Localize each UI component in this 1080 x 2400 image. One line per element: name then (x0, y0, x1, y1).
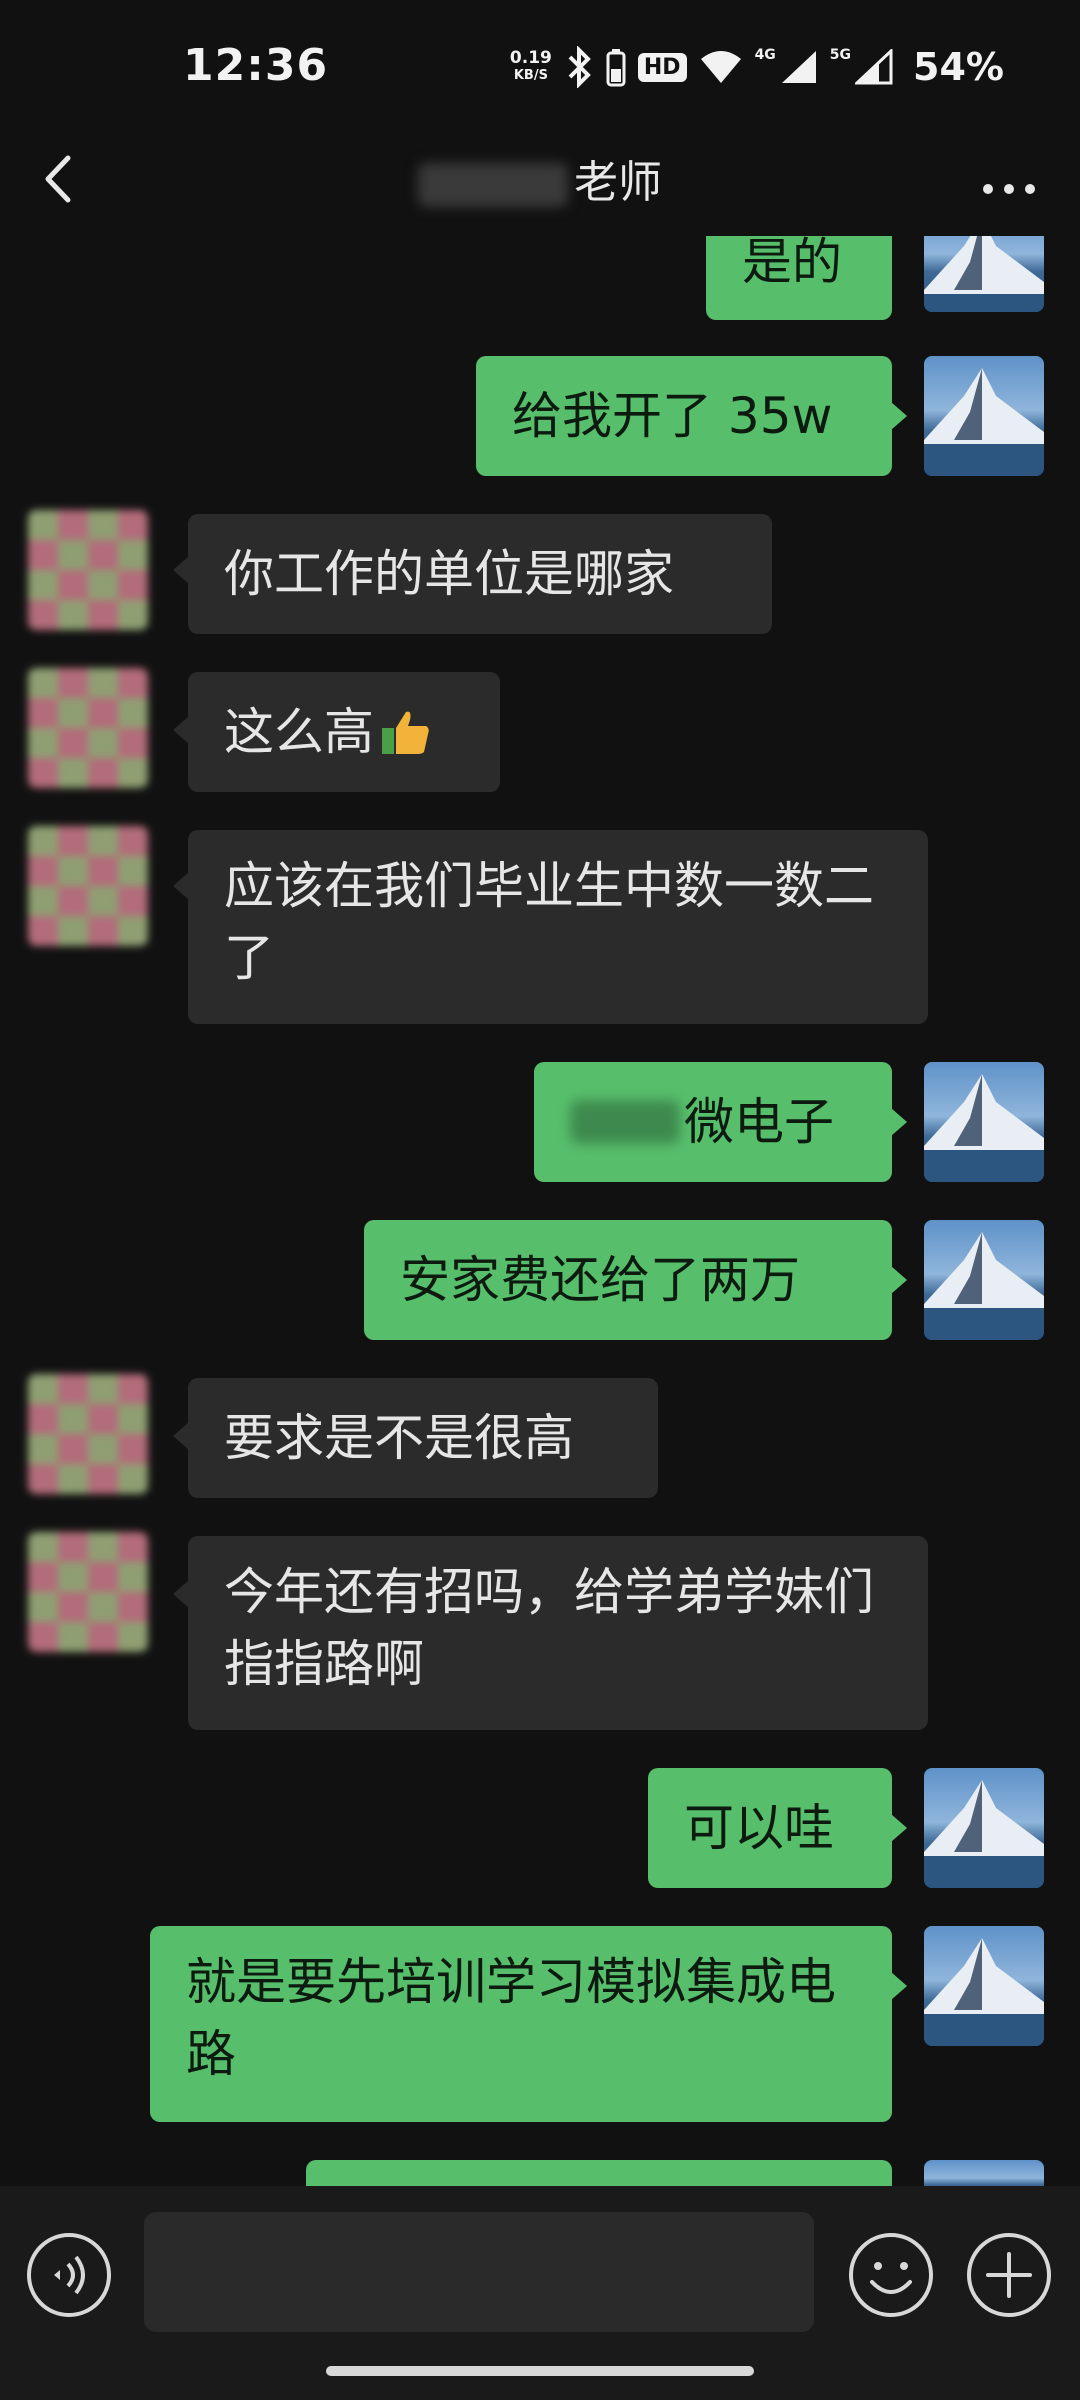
my-avatar[interactable] (924, 356, 1044, 476)
message-bubble[interactable]: 是的 (706, 236, 892, 320)
mountain-avatar-image (924, 368, 1044, 476)
bubble-tail (891, 1266, 907, 1294)
network-speed-value: 0.19 (509, 48, 552, 68)
home-indicator[interactable] (326, 2366, 754, 2376)
message-bubble[interactable]: 今年还有招吗，给学弟学妹们指指路啊 (188, 1536, 928, 1730)
message-bubble[interactable]: 安家费还给了两万 (364, 1220, 892, 1340)
message-text: 应该在我们毕业生中数一数二了 (224, 857, 874, 987)
bluetooth-icon (568, 46, 591, 88)
more-dots-icon[interactable] (974, 148, 1044, 208)
plus-icon[interactable] (964, 2230, 1054, 2320)
battery-level: 54% (913, 45, 1004, 89)
bubble-tail (891, 1814, 907, 1842)
message-bubble[interactable]: 你工作的单位是哪家 (188, 514, 772, 634)
chat-title-text: 老师 (574, 157, 662, 208)
bubble-tail (173, 872, 189, 900)
title-redaction (418, 163, 568, 207)
contact-avatar[interactable] (28, 668, 148, 788)
mountain-avatar-image (924, 236, 1044, 312)
message-text: 要求是不是很高 (224, 1409, 574, 1467)
status-time: 12:36 (183, 40, 329, 91)
message-text: 你工作的单位是哪家 (224, 545, 674, 603)
network-4g-label: 4G (754, 47, 776, 63)
message-text: 可以哇 (684, 1799, 834, 1857)
message-bubble[interactable]: 应该在我们毕业生中数一数二了 (188, 830, 928, 1024)
status-icons: 0.19 KB/S HD 4G 5G 54% (510, 42, 1004, 92)
my-avatar[interactable] (924, 236, 1044, 312)
mountain-avatar-image (924, 1232, 1044, 1340)
my-avatar[interactable] (924, 1926, 1044, 2046)
message-text: 是的 (742, 236, 842, 291)
signal-icon (855, 49, 893, 85)
contact-avatar[interactable] (28, 826, 148, 946)
chat-message-list[interactable]: 是的 给我开了 35w 你工作的单位是哪家 这么高 应该在我们毕业生中数一数二了… (0, 236, 1080, 2186)
bubble-tail (173, 1422, 189, 1450)
message-text: 就是要先培训学习模拟集成电路 (186, 1953, 836, 2083)
message-text: 微电子 (684, 1093, 834, 1151)
redacted-text (570, 1100, 680, 1144)
message-bubble[interactable]: 给我开了 35w (476, 356, 892, 476)
message-bubble[interactable] (306, 2160, 892, 2186)
thumbs-up-icon (382, 711, 429, 754)
mountain-avatar-image (924, 1780, 1044, 1888)
my-avatar[interactable] (924, 2160, 1044, 2186)
wifi-icon (700, 51, 741, 83)
contact-avatar[interactable] (28, 510, 148, 630)
bubble-tail (173, 556, 189, 584)
my-avatar[interactable] (924, 1220, 1044, 1340)
message-bubble[interactable]: 要求是不是很高 (188, 1378, 658, 1498)
mountain-avatar-image (924, 1074, 1044, 1182)
bubble-tail (173, 1580, 189, 1608)
network-speed-unit: KB/S (513, 68, 548, 83)
message-input[interactable] (144, 2212, 814, 2332)
message-bubble[interactable]: 就是要先培训学习模拟集成电路 (150, 1926, 892, 2122)
mountain-avatar-image (924, 1938, 1044, 2046)
bubble-tail (891, 402, 907, 430)
message-text: 安家费还给了两万 (400, 1251, 800, 1309)
emoji-icon[interactable] (846, 2230, 936, 2320)
voice-icon[interactable] (24, 2230, 114, 2320)
bubble-tail (173, 716, 189, 744)
bubble-tail (891, 1972, 907, 2000)
message-bubble[interactable]: 可以哇 (648, 1768, 892, 1888)
signal-icon (781, 51, 816, 83)
network-speed: 0.19 KB/S (510, 49, 552, 85)
contact-avatar[interactable] (28, 1532, 148, 1652)
message-text: 今年还有招吗，给学弟学妹们指指路啊 (224, 1563, 874, 1693)
chat-title: 老师 (0, 146, 1080, 210)
contact-avatar[interactable] (28, 1374, 148, 1494)
chat-header: 老师 (0, 136, 1080, 236)
bubble-tail (891, 1108, 907, 1136)
message-text: 给我开了 35w (512, 387, 833, 445)
my-avatar[interactable] (924, 1768, 1044, 1888)
hd-badge: HD (637, 52, 687, 82)
my-avatar[interactable] (924, 1062, 1044, 1182)
status-bar: 12:36 0.19 KB/S HD 4G 5G 54% (0, 0, 1080, 136)
network-5g-label: 5G (829, 47, 852, 63)
message-text: 这么高 (224, 703, 374, 761)
message-bubble[interactable]: 这么高 (188, 672, 500, 792)
message-bubble[interactable]: 微电子 (534, 1062, 892, 1182)
battery-saver-icon (606, 49, 626, 87)
